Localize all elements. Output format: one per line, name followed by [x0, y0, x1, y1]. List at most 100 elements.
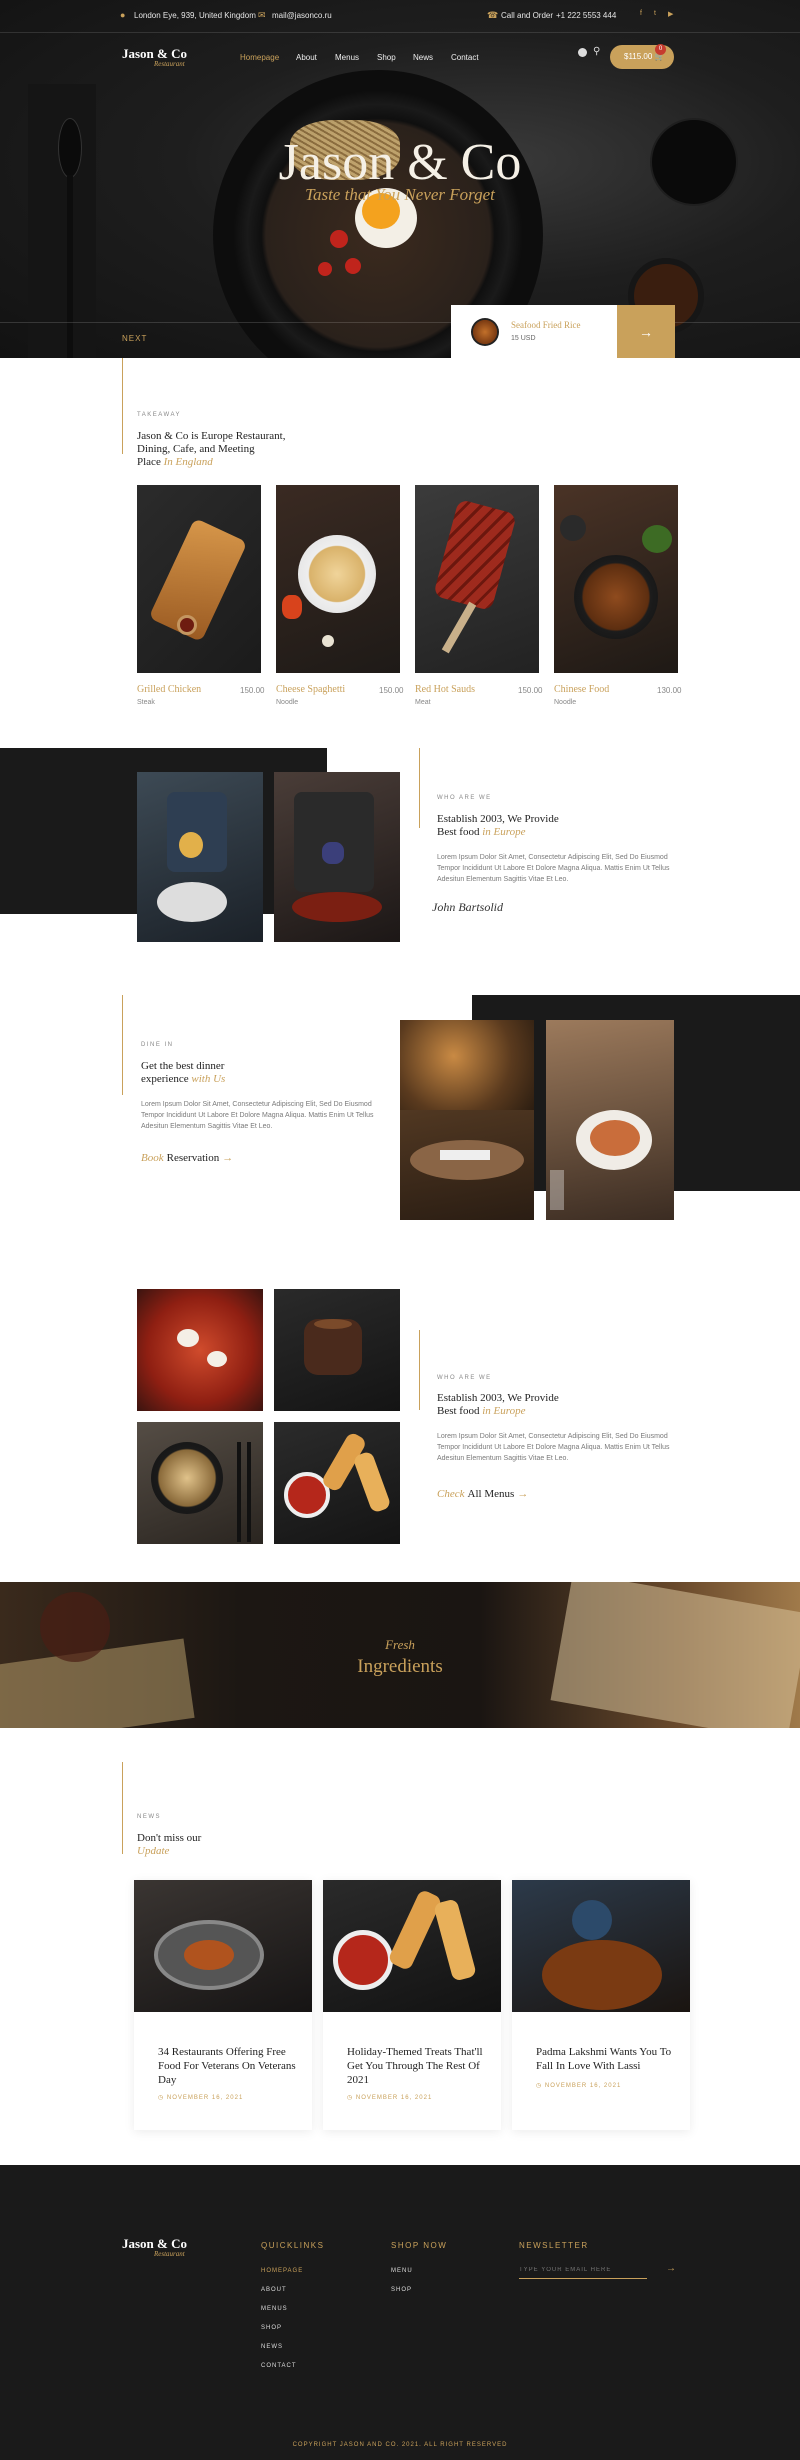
shakshuka-image [137, 1289, 263, 1411]
newsletter-email-input[interactable] [519, 2261, 647, 2279]
arrow-right-icon: → [222, 1152, 234, 1164]
menus-text: Lorem Ipsum Dolor Sit Amet, Consectetur … [437, 1433, 670, 1463]
mail-icon: ✉ [258, 10, 266, 20]
section-accent-line [419, 748, 420, 828]
menu-item-image[interactable] [276, 485, 400, 673]
dinein-heading: Get the best dinner experience with Us [141, 1060, 225, 1086]
chef-plating-image [274, 772, 400, 942]
footer-link-menu[interactable]: MENU [391, 2268, 413, 2274]
menu-item-name[interactable]: Chinese Food [554, 684, 609, 695]
nav-about[interactable]: About [296, 53, 317, 62]
tomato-image [345, 258, 361, 274]
footer-link-shop-now[interactable]: SHOP [391, 2287, 412, 2293]
footer-link-homepage[interactable]: HOMEPAGE [261, 2268, 303, 2274]
footer-link-shop[interactable]: SHOP [261, 2325, 282, 2331]
news-date: ◷ NOVEMBER 16, 2021 [347, 2095, 433, 2101]
footer-link-contact[interactable]: CONTACT [261, 2363, 297, 2369]
restaurant-interior-image [400, 1020, 534, 1220]
news-image [512, 1880, 690, 2012]
all-menus-label: All Menus [467, 1488, 515, 1500]
cart-amount: $115.00 [624, 52, 653, 61]
menus-heading-line2: Best food [437, 1405, 480, 1418]
tomato-image [318, 262, 332, 276]
nav-homepage[interactable]: Homepage [240, 53, 279, 62]
menu-item-image[interactable] [137, 485, 261, 673]
nav-contact[interactable]: Contact [451, 53, 479, 62]
nav-shop[interactable]: Shop [377, 53, 396, 62]
reservation-label: Reservation [166, 1152, 220, 1164]
news-title[interactable]: Padma Lakshmi Wants You To Fall In Love … [536, 2046, 676, 2074]
news-title[interactable]: 34 Restaurants Offering Free Food For Ve… [158, 2046, 298, 2087]
twitter-icon[interactable]: t [654, 10, 656, 17]
news-card[interactable]: 34 Restaurants Offering Free Food For Ve… [134, 1880, 312, 2130]
hero-divider [0, 322, 800, 323]
ingredients-banner [0, 1582, 800, 1728]
about-heading: Establish 2003, We Provide Best food in … [437, 813, 559, 839]
phone-link[interactable]: +1 222 5553 444 [556, 11, 616, 20]
footer-link-news[interactable]: NEWS [261, 2344, 283, 2350]
chef-cooking-image [137, 772, 263, 942]
takeaway-heading-accent: In England [163, 456, 213, 469]
featured-dish-arrow-button[interactable]: → [617, 305, 675, 358]
news-image [323, 1880, 501, 2012]
menu-item-name[interactable]: Grilled Chicken [137, 684, 201, 695]
news-title[interactable]: Holiday-Themed Treats That'll Get You Th… [347, 2046, 487, 2087]
takeaway-heading-line1: Jason & Co is Europe Restaurant, [137, 430, 286, 442]
news-heading: Don't miss our Update [137, 1832, 201, 1858]
featured-dish-name: Seafood Fried Rice [511, 320, 581, 330]
featured-dish-card[interactable]: Seafood Fried Rice 15 USD [451, 305, 617, 358]
section-accent-line [122, 1762, 123, 1854]
footer: Jason & Co Restaurant QUICKLINKS HOMEPAG… [0, 2165, 800, 2460]
takeaway-heading-line2: Dining, Cafe, and Meeting [137, 443, 255, 456]
cart-badge: 0 [655, 44, 666, 55]
takeaway-heading-line3: Place [137, 456, 161, 469]
news-date: ◷ NOVEMBER 16, 2021 [536, 2083, 622, 2089]
about-heading-line1: Establish 2003, We Provide [437, 813, 559, 825]
menu-item-category: Noodle [276, 699, 299, 706]
about-heading-accent: in Europe [482, 826, 526, 839]
dinein-heading-accent: with Us [191, 1073, 226, 1086]
newsletter-submit-button[interactable]: → [666, 2263, 676, 2274]
news-card[interactable]: Padma Lakshmi Wants You To Fall In Love … [512, 1880, 690, 2130]
youtube-icon[interactable]: ▶ [668, 10, 673, 18]
dinein-eyebrow: DINE IN [141, 1042, 174, 1048]
menu-item-image[interactable] [415, 485, 539, 673]
menu-item-name[interactable]: Cheese Spaghetti [276, 684, 345, 695]
footer-link-about[interactable]: ABOUT [261, 2287, 287, 2293]
search-icon[interactable]: ⚲ [593, 46, 600, 57]
all-menus-link[interactable]: Check All Menus → [437, 1488, 528, 1500]
user-icon[interactable] [578, 48, 587, 57]
menu-item-price: 130.00 [657, 686, 682, 695]
top-info-bar: ● London Eye, 939, United Kingdom ✉ mail… [0, 0, 800, 33]
call-label: Call and Order [501, 11, 554, 20]
menu-item-price: 150.00 [518, 686, 543, 695]
menu-item-category: Noodle [554, 699, 577, 706]
news-date: ◷ NOVEMBER 16, 2021 [158, 2095, 244, 2101]
nav-menus[interactable]: Menus [335, 53, 359, 62]
reservation-link[interactable]: Book Reservation → [141, 1152, 233, 1164]
next-slide-button[interactable]: NEXT [122, 334, 147, 343]
news-eyebrow: NEWS [137, 1814, 161, 1820]
footer-logo-tagline: Restaurant [154, 2250, 185, 2258]
clock-icon: ◷ [536, 2083, 543, 2089]
news-card[interactable]: Holiday-Themed Treats That'll Get You Th… [323, 1880, 501, 2130]
menu-item-category: Meat [415, 699, 431, 706]
footer-link-menus[interactable]: MENUS [261, 2306, 288, 2312]
featured-dish-price: 15 USD [511, 335, 536, 342]
tomato-image [330, 230, 348, 248]
news-heading-accent: Update [137, 1845, 170, 1858]
banner-title: Ingredients [357, 1656, 443, 1677]
dinein-text: Lorem Ipsum Dolor Sit Amet, Consectetur … [141, 1101, 374, 1131]
signature: John Bartsolid [432, 900, 503, 914]
all-menus-accent: Check [437, 1488, 465, 1500]
menus-eyebrow: WHO ARE WE [437, 1375, 492, 1381]
facebook-icon[interactable]: f [640, 10, 642, 17]
clock-icon: ◷ [347, 2095, 354, 2101]
clock-icon: ◷ [158, 2095, 165, 2101]
menu-item-image[interactable] [554, 485, 678, 673]
nav-news[interactable]: News [413, 53, 433, 62]
email-link[interactable]: mail@jasonco.ru [272, 11, 332, 20]
menu-item-name[interactable]: Red Hot Sauds [415, 684, 475, 695]
address-text: London Eye, 939, United Kingdom [134, 11, 256, 20]
about-text: Lorem Ipsum Dolor Sit Amet, Consectetur … [437, 854, 670, 884]
